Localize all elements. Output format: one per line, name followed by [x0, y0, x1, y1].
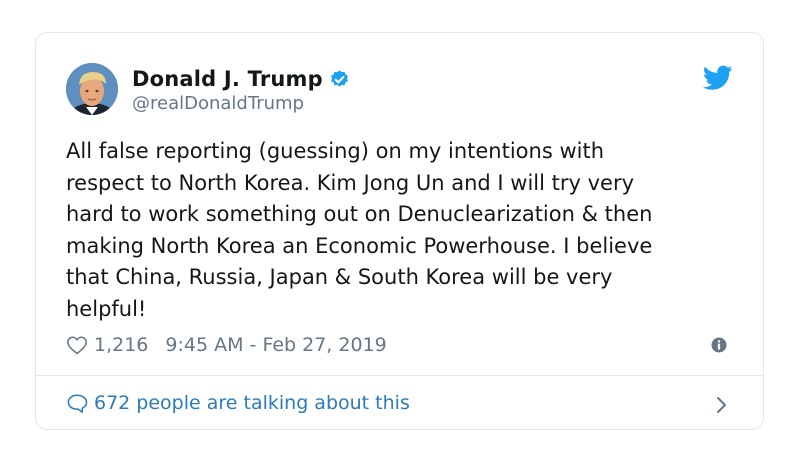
conversation-label: 672 people are talking about this [94, 391, 410, 414]
tweet-header: Donald J. Trump @realDonaldTrump [66, 61, 733, 117]
tweet-card: Donald J. Trump @realDonaldTrump All fal… [35, 32, 764, 430]
conversation-link[interactable]: 672 people are talking about this [36, 376, 763, 429]
user-handle[interactable]: @realDonaldTrump [132, 93, 350, 115]
user-info: Donald J. Trump @realDonaldTrump [132, 65, 350, 115]
verified-badge-icon [329, 69, 350, 90]
twitter-bird-icon[interactable] [702, 65, 733, 91]
chevron-right-icon [715, 396, 727, 414]
heart-icon[interactable] [66, 335, 88, 355]
tweet-timestamp[interactable]: 9:45 AM - Feb 27, 2019 [165, 334, 386, 356]
avatar[interactable] [66, 63, 118, 115]
tweet-text: All false reporting (guessing) on my int… [66, 139, 653, 321]
like-count[interactable]: 1,216 [94, 334, 148, 356]
tweet-meta: 1,216 9:45 AM - Feb 27, 2019 [66, 331, 733, 359]
display-name[interactable]: Donald J. Trump [132, 67, 323, 91]
name-row: Donald J. Trump [132, 65, 350, 93]
reply-bubble-icon [66, 393, 88, 413]
info-icon[interactable] [711, 336, 727, 353]
